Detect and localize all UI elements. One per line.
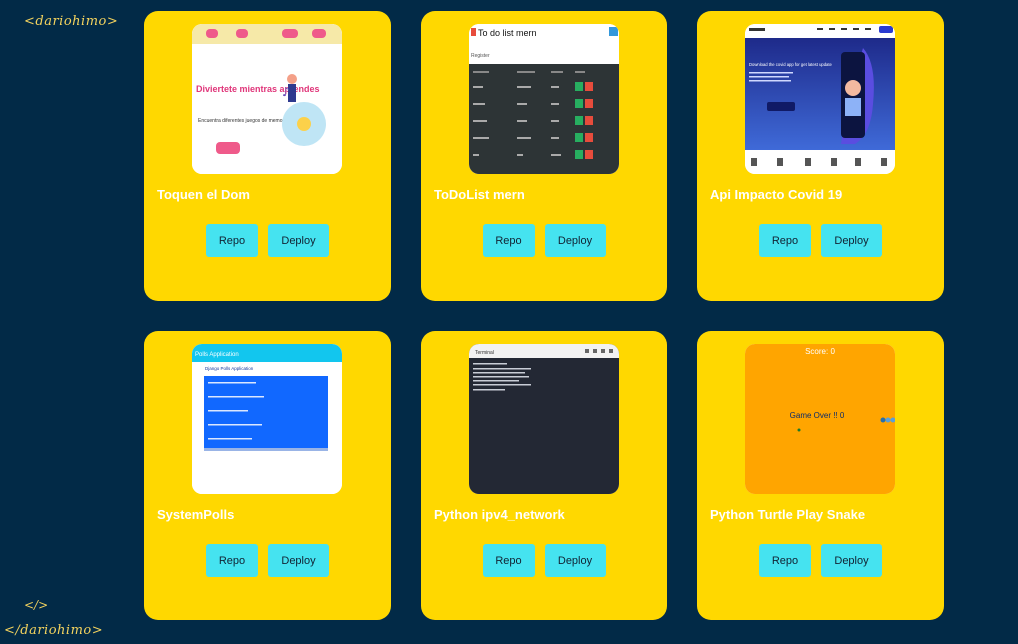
repo-button[interactable]: Repo xyxy=(206,224,258,257)
project-actions: Repo Deploy xyxy=(421,544,667,577)
thumb-heading-3: Download the covid app for get latest up… xyxy=(749,62,833,67)
thumb-heading-1: Diviertete mientras aprendes xyxy=(196,84,320,94)
repo-button[interactable]: Repo xyxy=(759,224,811,257)
project-actions: Repo Deploy xyxy=(421,224,667,257)
deploy-button[interactable]: Deploy xyxy=(268,224,329,257)
thumb-heading-2: To do list mern xyxy=(478,28,537,38)
project-actions: Repo Deploy xyxy=(697,544,944,577)
project-card: Diviertete mientras aprendes Encuentra d… xyxy=(144,11,391,301)
project-title: SystemPolls xyxy=(157,507,235,522)
project-card: To do list mern Register ToDoList mern R… xyxy=(421,11,667,301)
project-thumbnail: Download the covid app for get latest up… xyxy=(745,24,895,174)
project-title: Toquen el Dom xyxy=(157,187,250,202)
deploy-button[interactable]: Deploy xyxy=(544,224,606,257)
deploy-button[interactable]: Deploy xyxy=(544,544,606,577)
project-card: Download the covid app for get latest up… xyxy=(697,11,944,301)
deploy-button[interactable]: Deploy xyxy=(821,224,882,257)
project-card: Polls Application Django Polls Applicati… xyxy=(144,331,391,620)
project-thumbnail: Score: 0 Game Over !! 0 xyxy=(745,344,895,494)
thumb-game-over: Game Over !! 0 xyxy=(790,411,845,420)
thumb-score: Score: 0 xyxy=(805,347,835,356)
brand-self-close: </> xyxy=(24,598,49,612)
repo-button[interactable]: Repo xyxy=(482,544,535,577)
deploy-button[interactable]: Deploy xyxy=(821,544,882,577)
projects-grid: Diviertete mientras aprendes Encuentra d… xyxy=(144,11,944,620)
project-thumbnail: Polls Application Django Polls Applicati… xyxy=(192,344,342,494)
thumb-heading-5: Terminal xyxy=(475,350,494,356)
repo-button[interactable]: Repo xyxy=(759,544,811,577)
project-card: Score: 0 Game Over !! 0 Python Turtle Pl… xyxy=(697,331,944,620)
thumb-sub-2: Register xyxy=(471,53,490,59)
thumb-sub-4: Django Polls Application xyxy=(205,366,254,371)
project-actions: Repo Deploy xyxy=(697,224,944,257)
project-actions: Repo Deploy xyxy=(144,224,391,257)
project-title: ToDoList mern xyxy=(434,187,525,202)
project-thumbnail: To do list mern Register xyxy=(469,24,619,174)
brand-logo-open[interactable]: <dariohimo> xyxy=(24,14,118,29)
repo-button[interactable]: Repo xyxy=(206,544,258,577)
project-card: Terminal Python ipv4_network Repo Deploy xyxy=(421,331,667,620)
project-title: Python Turtle Play Snake xyxy=(710,507,866,522)
svg-text:♪: ♪ xyxy=(282,85,290,99)
deploy-button[interactable]: Deploy xyxy=(268,544,329,577)
project-title: Python ipv4_network xyxy=(434,507,565,522)
project-actions: Repo Deploy xyxy=(144,544,391,577)
project-thumbnail: Diviertete mientras aprendes Encuentra d… xyxy=(192,24,342,174)
project-thumbnail: Terminal xyxy=(469,344,619,494)
thumb-heading-4: Polls Application xyxy=(195,352,239,358)
project-title: Api Impacto Covid 19 xyxy=(710,187,843,202)
repo-button[interactable]: Repo xyxy=(482,224,535,257)
brand-logo-close: </dariohimo> xyxy=(4,623,104,638)
